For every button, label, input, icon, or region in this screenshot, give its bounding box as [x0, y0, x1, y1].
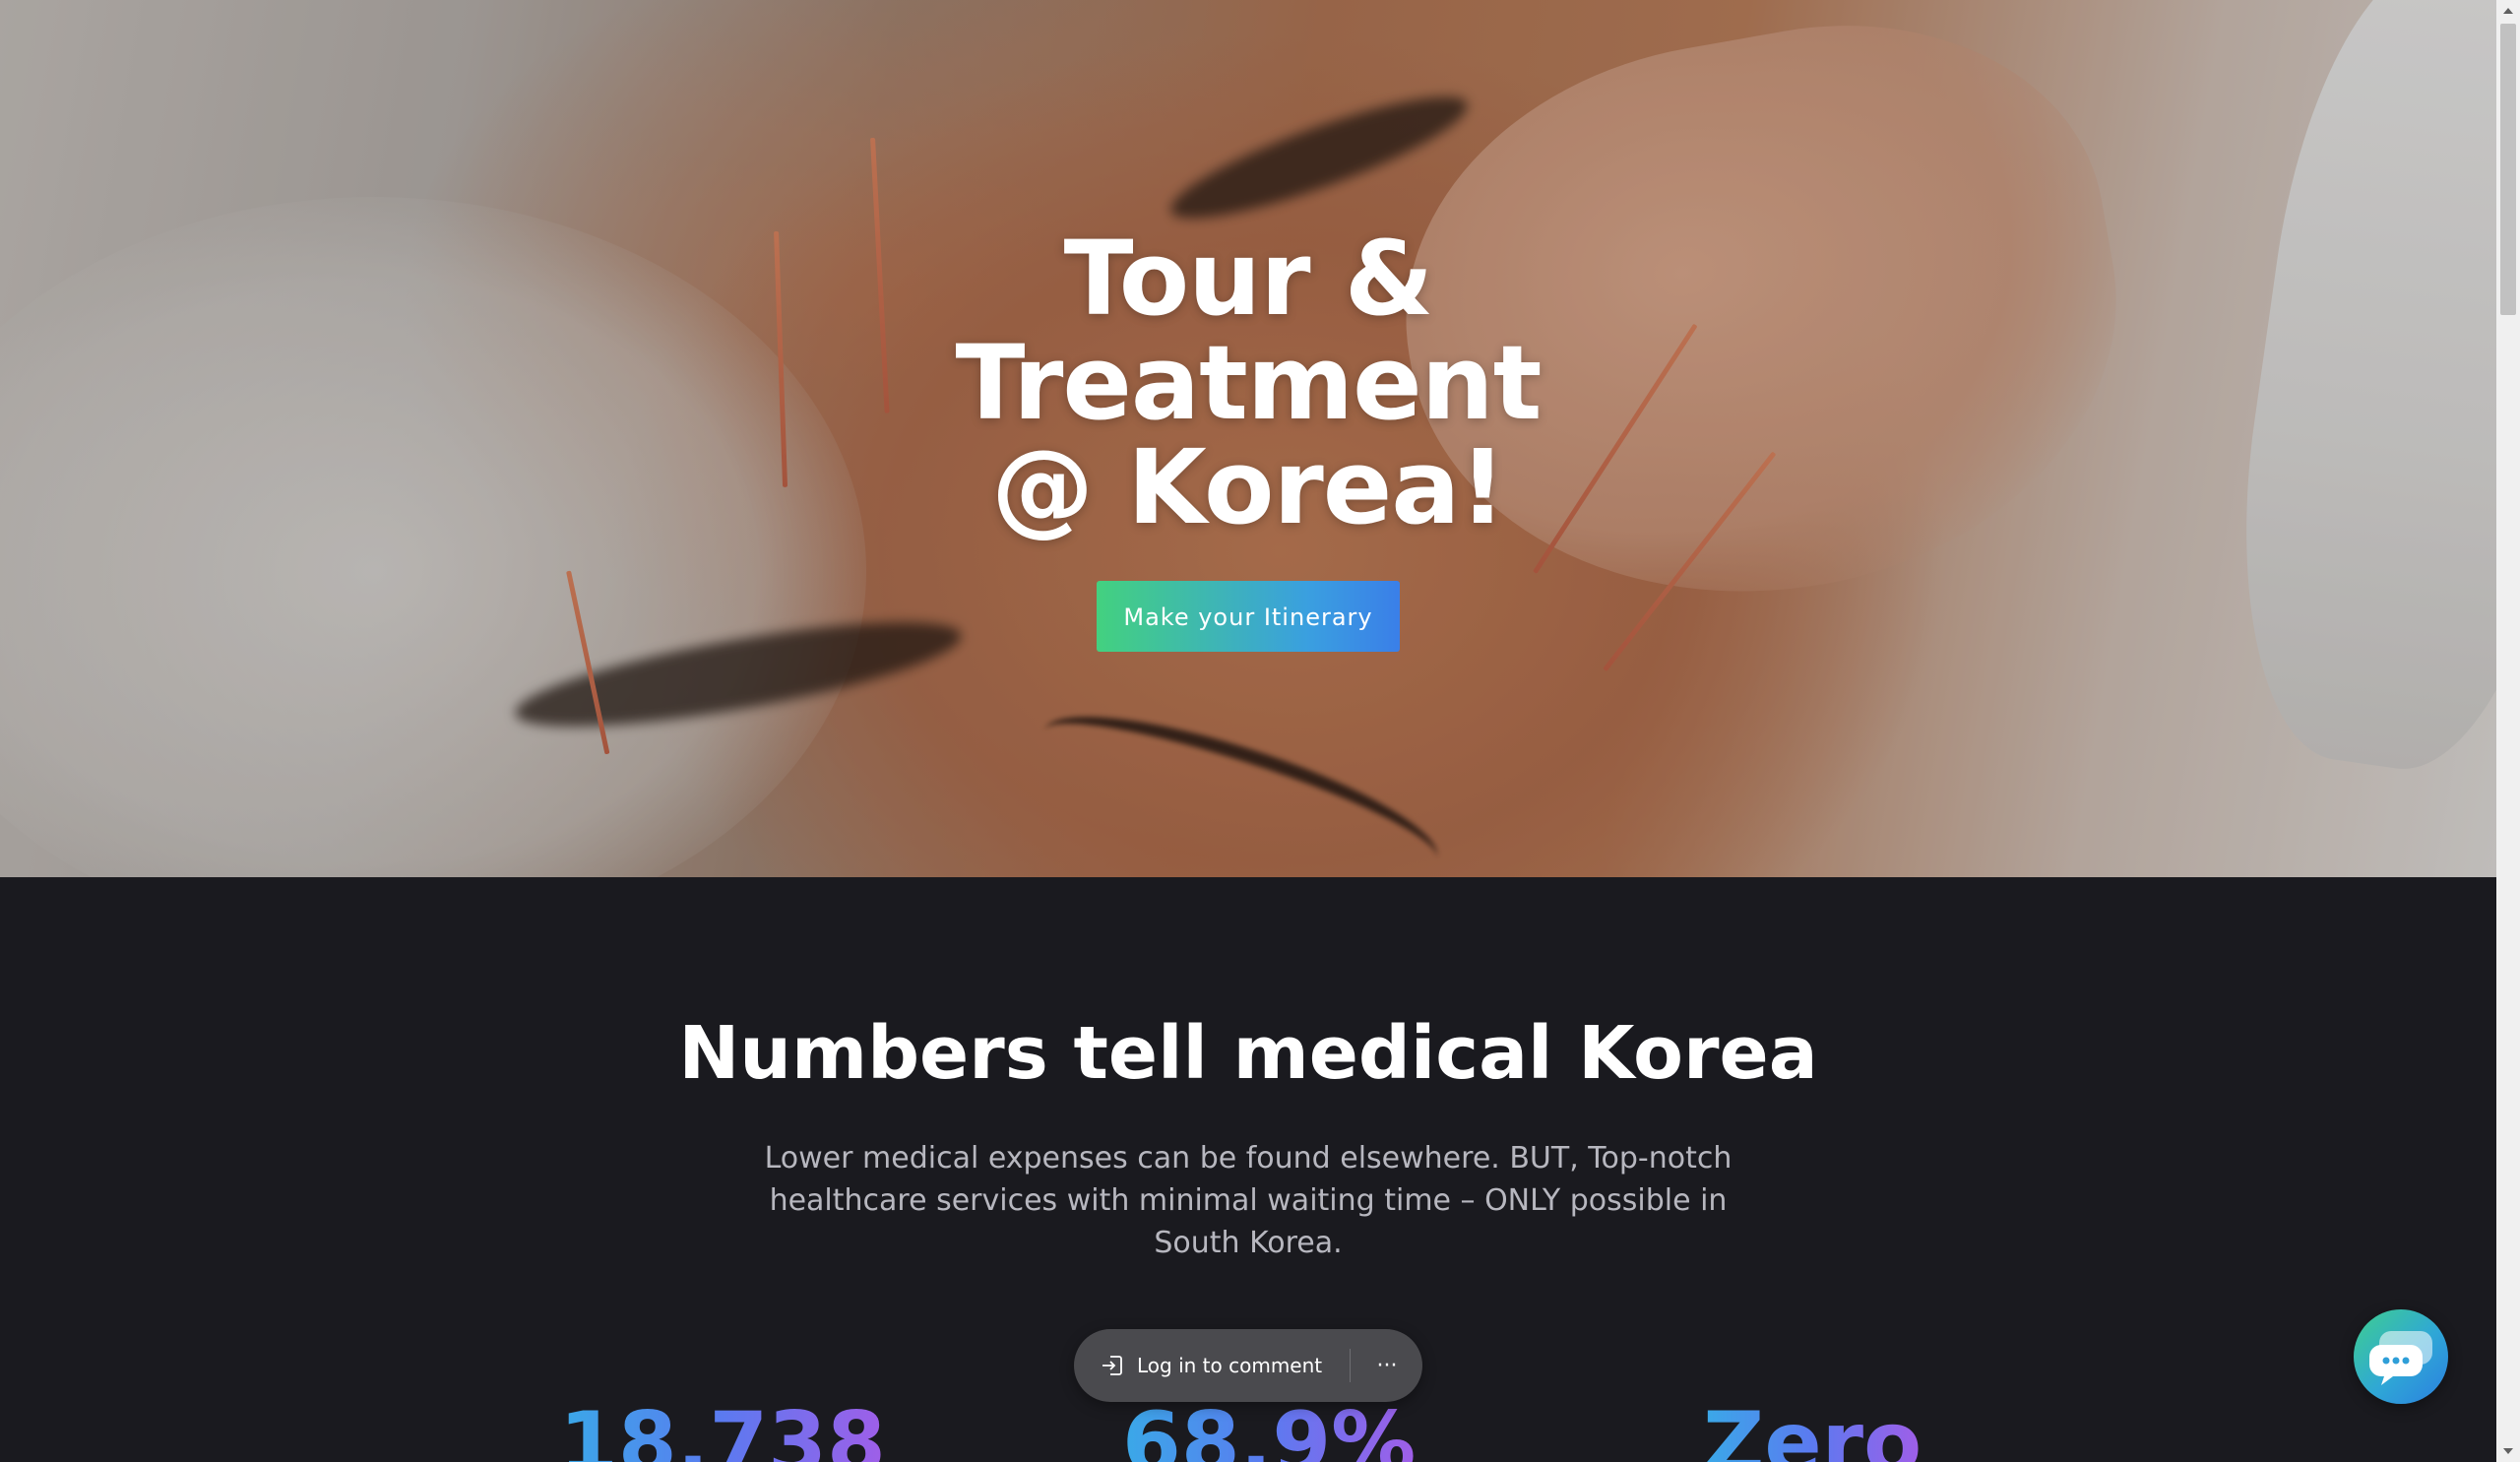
comment-bar-divider	[1350, 1349, 1351, 1382]
make-itinerary-button[interactable]: Make your Itinerary	[1097, 581, 1400, 652]
scrollbar-thumb[interactable]	[2500, 24, 2516, 315]
more-horizontal-icon: ···	[1376, 1353, 1398, 1378]
scroll-up-arrow-icon[interactable]	[2496, 0, 2520, 22]
numbers-heading: Numbers tell medical Korea	[678, 1011, 1818, 1096]
chat-button[interactable]	[2354, 1309, 2448, 1404]
stat-value: Zero	[1703, 1399, 1922, 1462]
comment-bar: Log in to comment ···	[1074, 1329, 1422, 1402]
page: Tour & Treatment @ Korea! Make your Itin…	[0, 0, 2496, 1462]
more-options-button[interactable]: ···	[1359, 1329, 1415, 1402]
hero-title: Tour & Treatment @ Korea!	[955, 219, 1543, 547]
vertical-scrollbar[interactable]	[2496, 0, 2520, 1462]
login-arrow-icon	[1100, 1353, 1125, 1378]
hero-section: Tour & Treatment @ Korea! Make your Itin…	[0, 0, 2496, 877]
stat-value: 18,738	[559, 1399, 886, 1462]
chat-bubble-icon	[2369, 1331, 2432, 1385]
login-to-comment-button[interactable]: Log in to comment	[1100, 1329, 1322, 1402]
scroll-down-arrow-icon[interactable]	[2496, 1440, 2520, 1462]
stat-value: 68.9%	[1122, 1399, 1416, 1462]
login-to-comment-label: Log in to comment	[1137, 1354, 1323, 1377]
numbers-description: Lower medical expenses can be found else…	[764, 1141, 1732, 1260]
